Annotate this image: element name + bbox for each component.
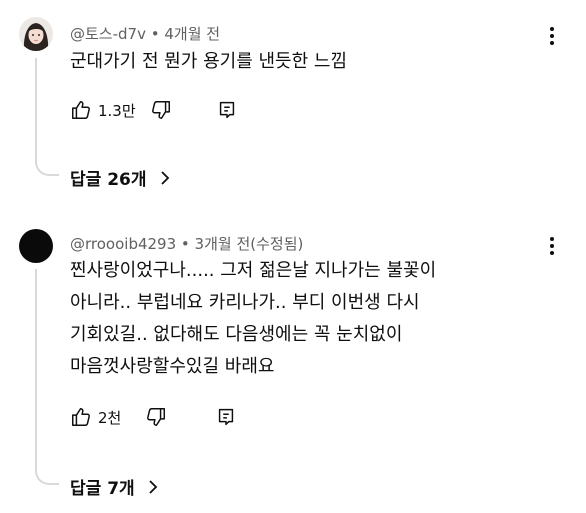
chevron-right-icon <box>149 479 157 494</box>
replies-toggle[interactable]: 답글 26개 <box>70 165 171 190</box>
avatar[interactable] <box>19 229 53 263</box>
comment-meta: @토스-d7v • 4개월 전 <box>70 23 220 44</box>
meta-separator: • <box>176 235 195 253</box>
like-count: 1.3만 <box>98 101 136 120</box>
meta-separator: • <box>145 25 165 43</box>
comment-text-line: 기회있길.. 없다해도 다음생에는 꼭 눈치없이 <box>70 324 403 345</box>
reply-button[interactable] <box>216 99 238 121</box>
thumb-up-icon <box>72 408 90 426</box>
reply-button[interactable] <box>215 406 237 428</box>
chevron-right-icon <box>160 170 169 185</box>
like-button[interactable]: 1.3만 <box>70 99 136 121</box>
like-count: 2천 <box>98 408 122 427</box>
author-name[interactable]: @토스-d7v <box>70 25 146 43</box>
thumb-down-icon <box>147 408 166 426</box>
like-button[interactable]: 2천 <box>70 406 121 428</box>
timestamp[interactable]: 4개월 전 <box>164 25 220 43</box>
dislike-button[interactable] <box>145 406 167 428</box>
comment-text: 군대가기 전 뭔가 용기를 낸듯한 느낌 <box>70 51 348 72</box>
thread-line <box>35 58 59 176</box>
author-name[interactable]: @rroooib4293 <box>70 235 176 253</box>
comment-actions: 2천 <box>70 404 237 430</box>
comment-text-line: 마음껏사랑할수있길 바래요 <box>70 356 275 377</box>
reply-icon <box>219 408 234 426</box>
thumb-down-icon <box>151 101 170 119</box>
avatar[interactable] <box>19 17 53 51</box>
replies-toggle[interactable]: 답글 7개 <box>70 474 159 499</box>
more-vert-icon[interactable] <box>545 234 559 258</box>
comment-text: 찐사랑이었구나..... 그저 젊은날 지나가는 불꽃이 아니라.. 부럽네요 … <box>70 255 540 383</box>
comment-actions: 1.3만 <box>70 97 238 123</box>
avatar-image <box>19 17 53 51</box>
thread-line <box>35 269 59 485</box>
thumb-up-icon <box>72 101 90 119</box>
replies-label: 답글 7개 <box>70 479 135 499</box>
comment-text-line: 찐사랑이었구나..... 그저 젊은날 지나가는 불꽃이 <box>70 260 437 281</box>
replies-label: 답글 26개 <box>70 170 147 190</box>
comment-meta: @rroooib4293 • 3개월 전(수정됨) <box>70 233 303 254</box>
timestamp[interactable]: 3개월 전(수정됨) <box>195 235 304 253</box>
dislike-button[interactable] <box>150 99 172 121</box>
comment-text-line: 아니라.. 부럽네요 카리나가.. 부디 이번생 다시 <box>70 292 420 313</box>
reply-icon <box>219 101 234 119</box>
more-vert-icon[interactable] <box>545 24 559 48</box>
